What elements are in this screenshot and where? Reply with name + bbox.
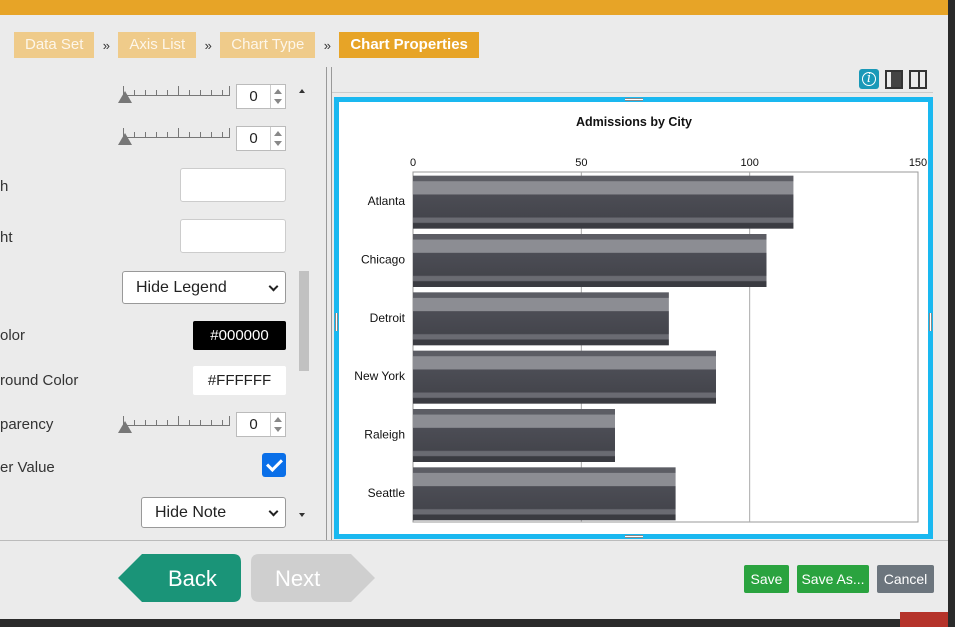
property-spinner-1[interactable]: 0 <box>236 84 286 109</box>
y-category-label: Chicago <box>361 253 405 267</box>
taskbar-strip <box>0 619 948 627</box>
footer-divider <box>0 540 948 541</box>
crumb-data-set[interactable]: Data Set <box>14 32 95 58</box>
y-category-label: Raleigh <box>364 428 405 442</box>
toolbar-divider <box>332 92 933 93</box>
color-label: olor <box>0 327 26 344</box>
y-category-label: New York <box>354 369 406 383</box>
delete-strip <box>900 612 948 627</box>
bar-new-york <box>413 350 716 404</box>
back-label: Back <box>168 566 217 591</box>
property-slider-1[interactable] <box>118 82 230 103</box>
crumb-chart-type[interactable]: Chart Type <box>220 32 316 58</box>
crumb-axis-list[interactable]: Axis List <box>118 32 197 58</box>
crumb-chart-properties[interactable]: Chart Properties <box>339 32 479 58</box>
y-category-label: Seattle <box>368 486 406 500</box>
transparency-spinner[interactable]: 0 <box>236 412 286 437</box>
x-tick-label: 100 <box>740 157 758 169</box>
color-picker[interactable]: #000000 <box>193 321 286 350</box>
window-edge <box>948 0 955 627</box>
layout-left-icon[interactable] <box>885 70 903 89</box>
chart-preview-panel: i Admissions by City 0 50 100 150 Atlant… <box>332 67 933 540</box>
spinner-value[interactable]: 0 <box>237 413 270 436</box>
spin-up-icon[interactable] <box>274 417 282 422</box>
layout-full-icon[interactable] <box>909 70 927 89</box>
spin-down-icon[interactable] <box>274 427 282 432</box>
slider-thumb[interactable] <box>118 421 132 433</box>
info-icon[interactable]: i <box>859 69 879 89</box>
resize-handle-top[interactable] <box>625 98 643 101</box>
crumb-separator: » <box>323 37 331 53</box>
spinner-value[interactable]: 0 <box>237 85 270 108</box>
spin-down-icon[interactable] <box>274 99 282 104</box>
x-tick-label: 150 <box>909 157 927 169</box>
chevron-down-icon <box>268 281 279 292</box>
show-value-label: er Value <box>0 459 55 476</box>
height-label: ht <box>0 229 13 246</box>
spin-up-icon[interactable] <box>274 131 282 136</box>
splitter-line <box>326 67 327 540</box>
legend-select-value: Hide Legend <box>136 279 227 296</box>
transparency-slider[interactable] <box>118 412 230 433</box>
property-spinner-2[interactable]: 0 <box>236 126 286 151</box>
panel-scrollbar-thumb[interactable] <box>299 271 309 371</box>
show-value-checkbox[interactable] <box>262 453 286 477</box>
wizard-breadcrumb: Data Set » Axis List » Chart Type » Char… <box>14 32 479 58</box>
x-tick-label: 50 <box>575 157 587 169</box>
bar-raleigh <box>413 409 615 462</box>
background-color-label: round Color <box>0 372 79 389</box>
spinner-value[interactable]: 0 <box>237 127 270 150</box>
spin-up-icon[interactable] <box>274 89 282 94</box>
slider-thumb[interactable] <box>118 133 132 145</box>
background-color-picker[interactable]: #FFFFFF <box>193 366 286 395</box>
legend-select[interactable]: Hide Legend <box>122 271 286 304</box>
spin-down-icon[interactable] <box>274 141 282 146</box>
y-category-label: Detroit <box>370 311 406 325</box>
bar-chicago <box>413 234 767 287</box>
cancel-button[interactable]: Cancel <box>877 565 934 593</box>
crumb-separator: » <box>102 37 110 53</box>
chevron-down-icon <box>268 506 279 517</box>
chart-properties-panel: 0 0 h ht Hide Legend olor #000000 round … <box>0 67 326 540</box>
top-header-bar <box>0 0 948 15</box>
bar-detroit <box>413 292 669 346</box>
slider-thumb[interactable] <box>118 91 132 103</box>
transparency-label: parency <box>0 416 54 433</box>
y-category-label: Atlanta <box>368 194 406 208</box>
next-button[interactable]: Next <box>251 554 375 602</box>
width-label: h <box>0 178 9 195</box>
admissions-bar-chart: Admissions by City 0 50 100 150 Atlanta Chica… <box>354 115 927 523</box>
back-button[interactable]: Back <box>118 554 241 602</box>
save-button[interactable]: Save <box>744 565 789 593</box>
next-label: Next <box>275 566 321 591</box>
height-input[interactable] <box>180 219 286 253</box>
x-tick-label: 0 <box>410 157 416 169</box>
chart-canvas-frame[interactable]: Admissions by City 0 50 100 150 Atlanta Chica… <box>334 97 933 539</box>
scroll-up-icon[interactable] <box>299 89 305 93</box>
save-as-button[interactable]: Save As... <box>797 565 869 593</box>
property-slider-2[interactable] <box>118 124 230 145</box>
width-input[interactable] <box>180 168 286 202</box>
bar-seattle <box>413 467 676 521</box>
resize-handle-left[interactable] <box>335 313 338 331</box>
resize-handle-right[interactable] <box>929 313 932 331</box>
scroll-down-icon[interactable] <box>299 513 305 517</box>
crumb-separator: » <box>204 37 212 53</box>
resize-handle-bottom[interactable] <box>625 535 643 538</box>
chart-title: Admissions by City <box>576 115 692 129</box>
note-select[interactable]: Hide Note <box>141 497 286 528</box>
bar-atlanta <box>413 175 794 229</box>
note-select-value: Hide Note <box>155 504 227 521</box>
